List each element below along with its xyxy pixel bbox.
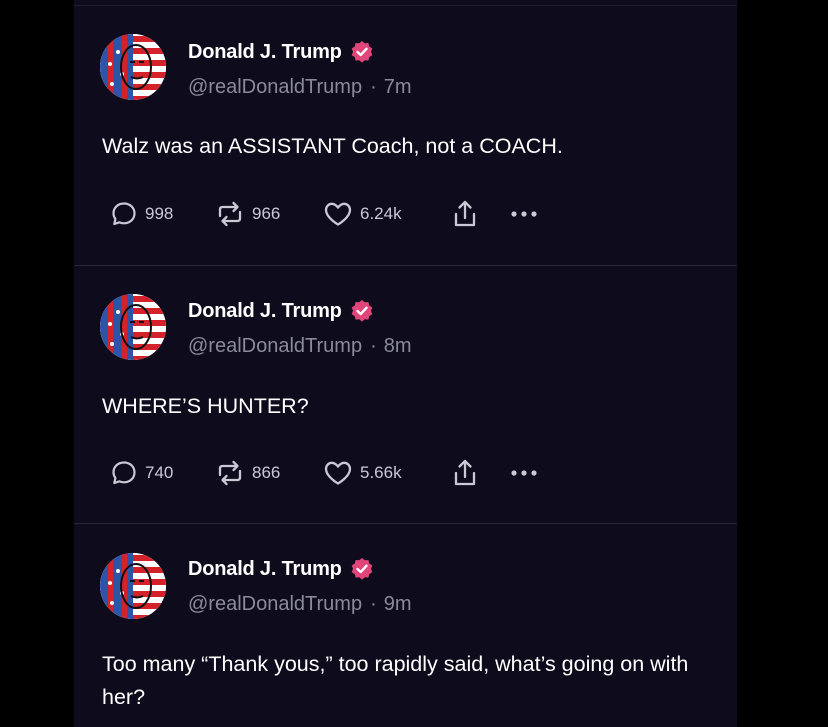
post-text: Walz was an ASSISTANT Coach, not a COACH… xyxy=(102,134,563,158)
like-icon xyxy=(323,459,353,487)
verified-badge-icon xyxy=(350,557,374,581)
more-icon xyxy=(509,468,539,478)
share-button[interactable] xyxy=(451,199,509,229)
name-row: Donald J. Trump xyxy=(188,297,374,325)
more-options-button[interactable] xyxy=(509,209,549,219)
reply-button[interactable]: 740 xyxy=(110,459,215,487)
like-icon xyxy=(323,200,353,228)
reply-count: 998 xyxy=(145,204,174,223)
avatar[interactable] xyxy=(100,294,166,360)
timestamp[interactable]: 8m xyxy=(384,335,412,358)
avatar[interactable] xyxy=(100,34,166,100)
more-icon xyxy=(509,209,539,219)
name-row: Donald J. Trump xyxy=(188,555,374,583)
repost-button[interactable]: 966 xyxy=(215,200,323,228)
like-button[interactable]: 6.24k xyxy=(323,200,451,228)
display-name[interactable]: Donald J. Trump xyxy=(188,558,342,581)
meta-separator: · xyxy=(370,335,377,357)
post-feed: Donald J. Trump @realDonaldTrump · 7m Wa… xyxy=(74,0,737,727)
reply-icon xyxy=(110,459,138,487)
share-icon xyxy=(451,199,479,229)
like-count: 5.66k xyxy=(360,463,402,482)
avatar[interactable] xyxy=(100,553,166,619)
reply-icon xyxy=(110,200,138,228)
share-button[interactable] xyxy=(451,458,509,488)
repost-icon xyxy=(215,459,245,487)
post-meta: @realDonaldTrump · 9m xyxy=(188,593,412,616)
timestamp[interactable]: 9m xyxy=(384,593,412,616)
more-options-button[interactable] xyxy=(509,468,549,478)
action-bar: 740 866 5.66k xyxy=(110,455,549,491)
meta-separator: · xyxy=(370,593,377,615)
post-meta: @realDonaldTrump · 7m xyxy=(188,76,412,99)
post-2[interactable]: Donald J. Trump @realDonaldTrump · 8m WH… xyxy=(74,266,737,524)
post-1[interactable]: Donald J. Trump @realDonaldTrump · 7m Wa… xyxy=(74,0,737,265)
timestamp[interactable]: 7m xyxy=(384,76,412,99)
repost-icon xyxy=(215,200,245,228)
post-text: Too many “Thank yous,” too rapidly said,… xyxy=(102,652,689,709)
handle[interactable]: @realDonaldTrump xyxy=(188,593,362,616)
display-name[interactable]: Donald J. Trump xyxy=(188,300,342,323)
handle[interactable]: @realDonaldTrump xyxy=(188,335,362,358)
display-name[interactable]: Donald J. Trump xyxy=(188,41,342,64)
verified-badge-icon xyxy=(350,299,374,323)
like-button[interactable]: 5.66k xyxy=(323,459,451,487)
name-row: Donald J. Trump xyxy=(188,38,374,66)
repost-count: 866 xyxy=(252,463,281,482)
repost-count: 966 xyxy=(252,204,281,223)
verified-badge-icon xyxy=(350,40,374,64)
share-icon xyxy=(451,458,479,488)
handle[interactable]: @realDonaldTrump xyxy=(188,76,362,99)
post-text: WHERE’S HUNTER? xyxy=(102,394,309,418)
action-bar: 998 966 6.24k xyxy=(110,196,549,232)
repost-button[interactable]: 866 xyxy=(215,459,323,487)
post-meta: @realDonaldTrump · 8m xyxy=(188,335,412,358)
reply-button[interactable]: 998 xyxy=(110,200,215,228)
post-3[interactable]: Donald J. Trump @realDonaldTrump · 9m To… xyxy=(74,524,737,727)
reply-count: 740 xyxy=(145,463,174,482)
like-count: 6.24k xyxy=(360,204,402,223)
meta-separator: · xyxy=(370,76,377,98)
